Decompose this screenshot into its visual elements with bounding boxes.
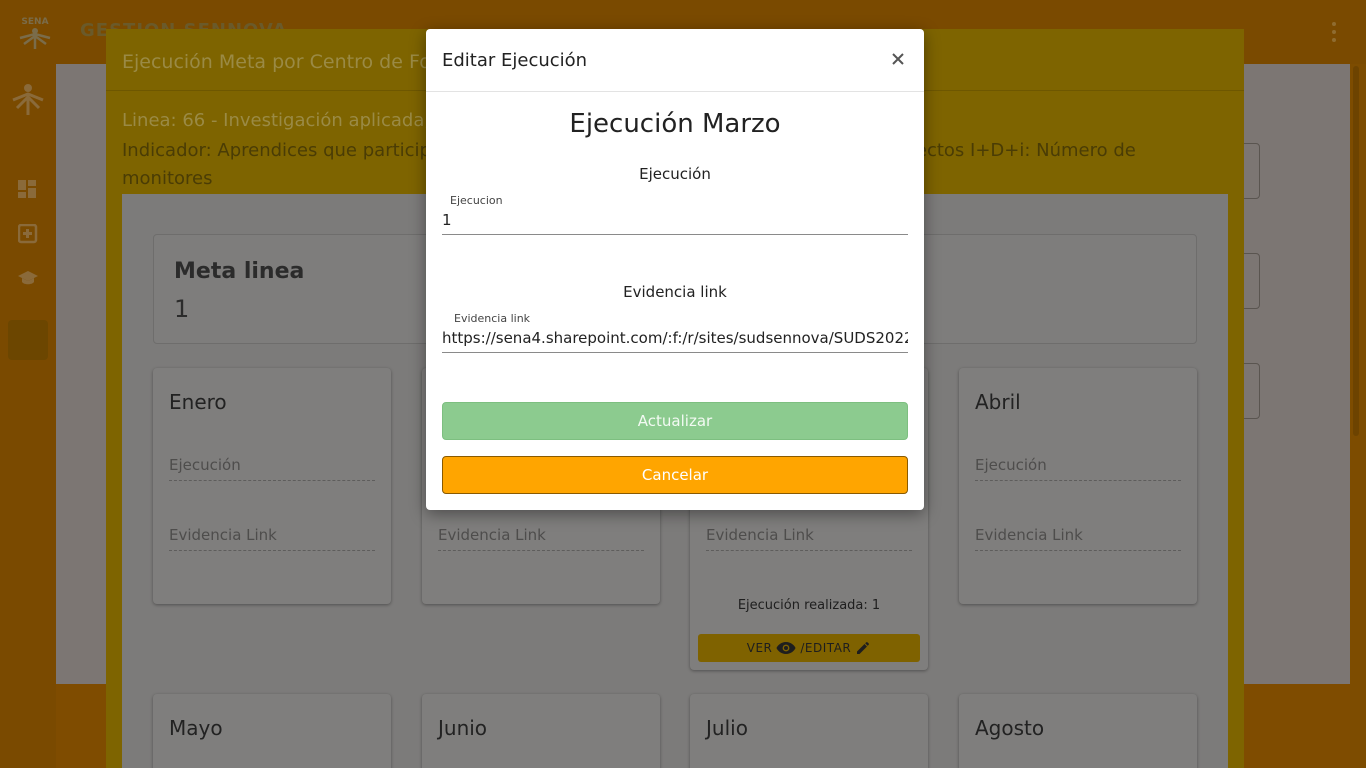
graduation-cap-icon[interactable] [18,268,38,288]
evidencia-link-input[interactable] [442,327,908,349]
dashboard-icon[interactable] [18,180,38,200]
meta-linea-label: Meta linea [174,259,305,284]
evidencia-section-label: Evidencia link [623,283,727,301]
medical-box-icon[interactable] [18,224,38,244]
evidencia-link-input[interactable]: Evidencia Link [975,526,1181,551]
ver-editar-button[interactable]: VER /EDITAR [698,634,920,662]
modal-heading: Ejecución Marzo [569,109,781,139]
ejecucion-input[interactable] [442,209,908,231]
pencil-icon [857,642,870,654]
month-name: Julio [706,716,748,740]
modal-title: Editar Ejecución [442,50,588,71]
eye-icon [776,642,796,654]
month-card-agosto: Agosto [959,694,1197,768]
month-card-enero: Enero Ejecución Evidencia Link [153,368,391,604]
evidencia-field-label: Evidencia link [454,312,531,325]
sena-logo-small [12,84,44,115]
month-card-junio: Junio [422,694,660,768]
ejecucion-section-label: Ejecución [639,165,711,183]
cancel-button[interactable]: Cancelar [442,456,908,494]
side-navigation [0,64,56,768]
linea-text: Linea: 66 - Investigación aplicada, G [122,110,450,131]
evidencia-link-input[interactable]: Evidencia Link [169,526,375,551]
month-name: Agosto [975,716,1045,740]
selected-nav-highlight [8,320,48,360]
month-card-abril: Abril Ejecución Evidencia Link [959,368,1197,604]
sena-logo: SENA [19,17,51,49]
svg-text:SENA: SENA [21,17,48,27]
close-button[interactable] [886,47,910,71]
close-icon [892,53,904,65]
modal-header: Editar Ejecución [426,29,924,92]
evidencia-link-field: Evidencia link [442,311,908,353]
month-name: Junio [438,716,488,740]
ver-label: VER [746,641,773,655]
scrollbar-thumb[interactable] [1353,66,1359,436]
ejecucion-input[interactable]: Ejecución [975,456,1181,481]
indicador-start: Indicador: Aprendices que participan y [122,140,470,161]
ejecucion-realizada: Ejecución realizada: 1 [737,598,881,613]
ejecucion-input[interactable]: Ejecución [169,456,375,481]
ejecucion-field: Ejecucion [442,193,908,235]
month-card-mayo: Mayo [153,694,391,768]
update-button[interactable]: Actualizar [442,402,908,440]
evidencia-link-input[interactable]: Evidencia Link [438,526,644,551]
edit-execution-modal: Editar Ejecución Ejecución Marzo Ejecuci… [426,29,924,510]
ejecucion-field-label: Ejecucion [450,194,503,207]
meta-linea-value: 1 [174,295,190,323]
month-name: Abril [975,390,1021,414]
month-name: Enero [169,390,227,414]
month-name: Mayo [169,716,223,740]
editar-label: /EDITAR [800,641,852,655]
evidencia-link-input[interactable]: Evidencia Link [706,526,912,551]
month-card-julio: Julio [690,694,928,768]
more-options-icon[interactable] [1332,22,1338,42]
